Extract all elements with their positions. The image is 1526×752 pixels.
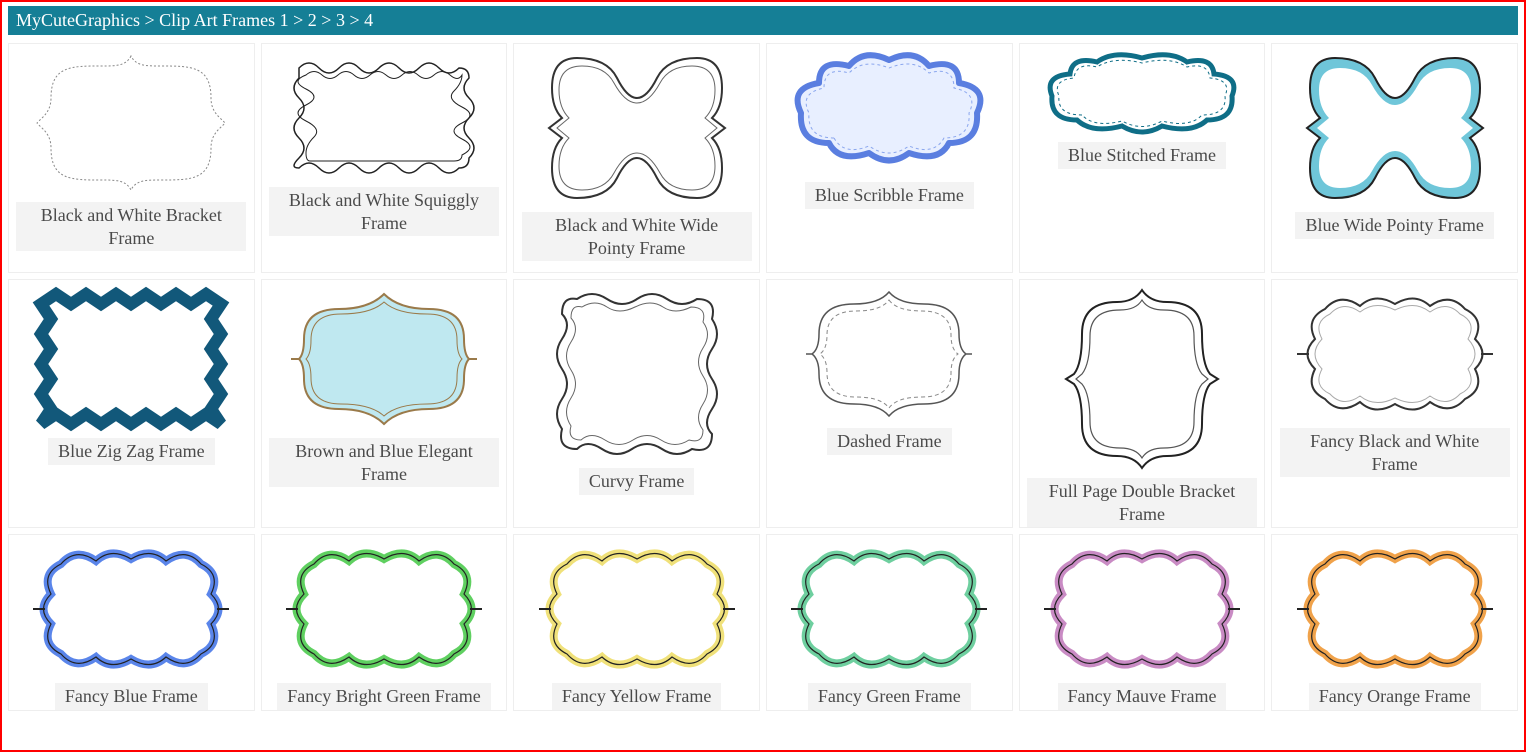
elegant-frame-icon (289, 284, 479, 434)
fancy-green-frame-icon (789, 539, 989, 679)
frame-item[interactable]: Black and White Bracket Frame (8, 43, 255, 273)
fancy-yellow-frame-icon (537, 539, 737, 679)
frame-thumbnail[interactable] (31, 284, 231, 434)
fancy-orange-frame-icon (1295, 539, 1495, 679)
frame-thumbnail[interactable] (284, 284, 484, 434)
frame-thumbnail[interactable] (537, 284, 737, 464)
frame-caption: Blue Scribble Frame (805, 182, 974, 209)
wide-pointy-frame-icon (547, 48, 727, 208)
frame-caption: Fancy Blue Frame (55, 683, 208, 710)
breadcrumb-site[interactable]: MyCuteGraphics (16, 10, 140, 30)
breadcrumb-sep: > (349, 10, 364, 30)
frame-caption: Full Page Double Bracket Frame (1027, 478, 1257, 527)
frame-thumbnail[interactable] (284, 539, 484, 679)
frame-caption: Fancy Green Frame (808, 683, 971, 710)
frame-caption: Blue Wide Pointy Frame (1295, 212, 1493, 239)
frame-thumbnail[interactable] (1042, 48, 1242, 138)
frame-item[interactable]: Curvy Frame (513, 279, 760, 528)
frame-item[interactable]: Black and White Wide Pointy Frame (513, 43, 760, 273)
blue-wide-pointy-frame-icon (1305, 48, 1485, 208)
fancy-bw-frame-icon (1295, 284, 1495, 424)
breadcrumb-page-3[interactable]: 3 (336, 10, 345, 30)
frame-caption: Black and White Wide Pointy Frame (522, 212, 752, 261)
breadcrumb: MyCuteGraphics > Clip Art Frames 1 > 2 >… (8, 6, 1518, 35)
breadcrumb-category[interactable]: Clip Art Frames (159, 10, 280, 30)
curvy-frame-icon (547, 284, 727, 464)
frame-thumbnail[interactable] (537, 539, 737, 679)
frame-item[interactable]: Brown and Blue Elegant Frame (261, 279, 508, 528)
breadcrumb-sep: > (321, 10, 336, 30)
double-bracket-frame-icon (1062, 284, 1222, 474)
breadcrumb-page-4[interactable]: 4 (364, 10, 373, 30)
frame-caption: Fancy Orange Frame (1309, 683, 1481, 710)
frame-thumbnail[interactable] (1295, 48, 1495, 208)
squiggly-frame-icon (284, 48, 484, 183)
breadcrumb-page-2[interactable]: 2 (308, 10, 317, 30)
frame-thumbnail[interactable] (1042, 539, 1242, 679)
frame-caption: Brown and Blue Elegant Frame (269, 438, 499, 487)
frame-caption: Black and White Squiggly Frame (269, 187, 499, 236)
frame-item[interactable]: Fancy Green Frame (766, 534, 1013, 711)
fancy-bright-green-frame-icon (284, 539, 484, 679)
frame-item[interactable]: Dashed Frame (766, 279, 1013, 528)
frame-thumbnail[interactable] (31, 539, 231, 679)
zigzag-frame-icon (31, 284, 231, 434)
frame-item[interactable]: Full Page Double Bracket Frame (1019, 279, 1266, 528)
frame-thumbnail[interactable] (789, 48, 989, 178)
frame-item[interactable]: Blue Wide Pointy Frame (1271, 43, 1518, 273)
frame-item[interactable]: Fancy Orange Frame (1271, 534, 1518, 711)
fancy-blue-frame-icon (31, 539, 231, 679)
frame-thumbnail[interactable] (1295, 539, 1495, 679)
breadcrumb-sep: > (144, 10, 159, 30)
frame-item[interactable]: Fancy Mauve Frame (1019, 534, 1266, 711)
frame-caption: Black and White Bracket Frame (16, 202, 246, 251)
frames-grid: Black and White Bracket Frame Black and … (2, 43, 1524, 711)
frame-item[interactable]: Blue Scribble Frame (766, 43, 1013, 273)
frame-thumbnail[interactable] (31, 48, 231, 198)
frame-caption: Blue Zig Zag Frame (48, 438, 214, 465)
dashed-frame-icon (804, 284, 974, 424)
scribble-cloud-frame-icon (789, 48, 989, 178)
frame-thumbnail[interactable] (789, 284, 989, 424)
frame-thumbnail[interactable] (789, 539, 989, 679)
breadcrumb-sep: > (293, 10, 308, 30)
frame-caption: Blue Stitched Frame (1058, 142, 1226, 169)
frame-item[interactable]: Fancy Yellow Frame (513, 534, 760, 711)
frame-item[interactable]: Fancy Blue Frame (8, 534, 255, 711)
frame-thumbnail[interactable] (284, 48, 484, 183)
frame-caption: Fancy Black and White Frame (1280, 428, 1510, 477)
frame-item[interactable]: Fancy Bright Green Frame (261, 534, 508, 711)
bracket-frame-icon (31, 48, 231, 198)
breadcrumb-page-1[interactable]: 1 (280, 10, 289, 30)
frame-caption: Fancy Mauve Frame (1058, 683, 1227, 710)
frame-caption: Fancy Bright Green Frame (277, 683, 490, 710)
frame-item[interactable]: Fancy Black and White Frame (1271, 279, 1518, 528)
frame-caption: Fancy Yellow Frame (552, 683, 722, 710)
frame-thumbnail[interactable] (1295, 284, 1495, 424)
frame-thumbnail[interactable] (1042, 284, 1242, 474)
frame-thumbnail[interactable] (537, 48, 737, 208)
frame-item[interactable]: Blue Zig Zag Frame (8, 279, 255, 528)
frame-caption: Curvy Frame (579, 468, 694, 495)
frame-caption: Dashed Frame (827, 428, 951, 455)
frame-item[interactable]: Blue Stitched Frame (1019, 43, 1266, 273)
stitched-cloud-frame-icon (1042, 48, 1242, 138)
fancy-mauve-frame-icon (1042, 539, 1242, 679)
frame-item[interactable]: Black and White Squiggly Frame (261, 43, 508, 273)
